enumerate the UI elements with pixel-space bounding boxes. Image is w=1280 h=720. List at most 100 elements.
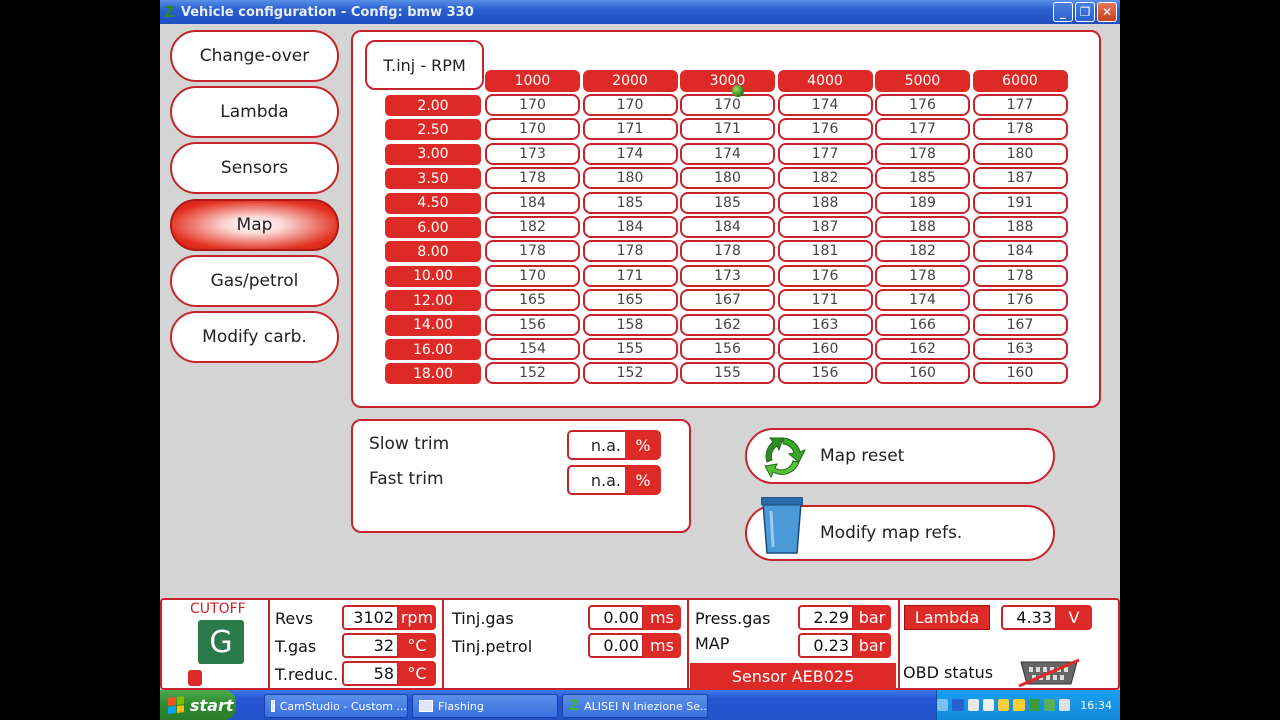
map-cell[interactable]: 174 xyxy=(680,142,775,165)
map-row-header[interactable]: 14.00 xyxy=(385,314,481,336)
map-cell[interactable]: 156 xyxy=(777,362,873,385)
minimize-button[interactable]: _ xyxy=(1053,2,1073,22)
map-cell[interactable]: 187 xyxy=(777,216,873,238)
antivirus-icon[interactable] xyxy=(998,699,1010,711)
map-cell[interactable]: 174 xyxy=(777,94,873,116)
map-row-header[interactable]: 2.50 xyxy=(385,119,481,141)
map-cell[interactable]: 158 xyxy=(582,313,678,336)
map-cell[interactable]: 184 xyxy=(485,191,580,214)
modify-map-refs-button[interactable]: Modify map refs. xyxy=(745,497,1055,561)
map-cell[interactable]: 191 xyxy=(972,191,1068,214)
map-cell[interactable]: 165 xyxy=(582,289,678,312)
map-cell[interactable]: 170 xyxy=(485,264,580,287)
taskbar-item-flashing[interactable]: Flashing xyxy=(412,694,558,718)
nav-button-lambda[interactable]: Lambda xyxy=(170,86,339,138)
map-cell[interactable]: 178 xyxy=(680,240,775,263)
map-column-header[interactable]: 2000 xyxy=(582,70,678,92)
map-cell[interactable]: 177 xyxy=(875,118,970,141)
title-bar[interactable]: Z Vehicle configuration - Config: bmw 33… xyxy=(160,0,1120,24)
map-cell[interactable]: 184 xyxy=(582,216,678,238)
map-reset-button[interactable]: Map reset xyxy=(745,428,1055,484)
messenger-icon[interactable] xyxy=(1059,699,1071,711)
nav-button-sensors[interactable]: Sensors xyxy=(170,142,339,194)
lambda-button[interactable]: Lambda xyxy=(904,605,990,630)
map-cell[interactable]: 177 xyxy=(777,142,873,165)
map-row-header[interactable]: 2.00 xyxy=(385,95,481,116)
security-icon[interactable] xyxy=(1028,699,1040,711)
map-row-header[interactable]: 18.00 xyxy=(385,363,481,385)
shield-icon[interactable] xyxy=(952,699,964,711)
map-column-header[interactable]: 5000 xyxy=(875,70,970,92)
start-button[interactable]: start xyxy=(160,690,236,720)
nav-button-change-over[interactable]: Change-over xyxy=(170,30,339,82)
map-cell[interactable]: 170 xyxy=(485,118,580,141)
map-cell[interactable]: 176 xyxy=(777,118,873,141)
map-cell[interactable]: 176 xyxy=(972,289,1068,312)
close-button[interactable]: ✕ xyxy=(1097,2,1117,22)
map-row-header[interactable]: 3.50 xyxy=(385,168,481,190)
map-cell[interactable]: 178 xyxy=(875,264,970,287)
map-cell[interactable]: 171 xyxy=(582,264,678,287)
map-cell[interactable]: 184 xyxy=(972,240,1068,263)
display-icon[interactable] xyxy=(967,699,979,711)
network-icon[interactable] xyxy=(937,699,949,711)
map-cell[interactable]: 173 xyxy=(680,264,775,287)
map-cell[interactable]: 178 xyxy=(972,118,1068,141)
map-cell[interactable]: 163 xyxy=(777,313,873,336)
map-cell[interactable]: 163 xyxy=(972,338,1068,360)
map-column-header[interactable]: 6000 xyxy=(972,70,1068,92)
volume-icon[interactable] xyxy=(982,699,995,711)
map-cell[interactable]: 177 xyxy=(972,94,1068,116)
map-cell[interactable]: 162 xyxy=(875,338,970,360)
map-cell[interactable]: 167 xyxy=(680,289,775,312)
sensor-button[interactable]: Sensor AEB025 xyxy=(690,663,896,690)
map-cell[interactable]: 182 xyxy=(485,216,580,238)
taskbar-item-alisei[interactable]: Z ALISEI N Iniezione Se... xyxy=(562,694,708,718)
map-cell[interactable]: 180 xyxy=(680,167,775,190)
nav-button-map[interactable]: Map xyxy=(170,199,339,251)
map-cell[interactable]: 188 xyxy=(875,216,970,238)
map-cell[interactable]: 185 xyxy=(680,191,775,214)
map-cell[interactable]: 178 xyxy=(972,264,1068,287)
map-cell[interactable]: 162 xyxy=(680,313,775,336)
map-cell[interactable]: 170 xyxy=(680,94,775,116)
map-cell[interactable]: 171 xyxy=(777,289,873,312)
map-cell[interactable]: 171 xyxy=(680,118,775,141)
taskbar-item-camstudio[interactable]: CamStudio - Custom ... xyxy=(264,694,408,718)
nav-button-modify-carb[interactable]: Modify carb. xyxy=(170,311,339,363)
map-cell[interactable]: 185 xyxy=(582,191,678,214)
map-row-header[interactable]: 16.00 xyxy=(385,339,481,360)
map-cell[interactable]: 167 xyxy=(972,313,1068,336)
map-cell[interactable]: 181 xyxy=(777,240,873,263)
map-cell[interactable]: 160 xyxy=(777,338,873,360)
map-cell[interactable]: 189 xyxy=(875,191,970,214)
map-column-header[interactable]: 1000 xyxy=(485,70,580,92)
map-cell[interactable]: 182 xyxy=(777,167,873,190)
nav-button-gas-petrol[interactable]: Gas/petrol xyxy=(170,255,339,307)
map-cell[interactable]: 160 xyxy=(972,362,1068,385)
map-cell[interactable]: 160 xyxy=(875,362,970,385)
map-cell[interactable]: 180 xyxy=(582,167,678,190)
map-cell[interactable]: 182 xyxy=(875,240,970,263)
map-cell[interactable]: 173 xyxy=(485,142,580,165)
map-cell[interactable]: 170 xyxy=(582,94,678,116)
map-cell[interactable]: 152 xyxy=(582,362,678,385)
map-cell[interactable]: 165 xyxy=(485,289,580,312)
sync-icon[interactable] xyxy=(1043,699,1056,711)
map-cell[interactable]: 180 xyxy=(972,142,1068,165)
map-cell[interactable]: 171 xyxy=(582,118,678,141)
map-row-header[interactable]: 4.50 xyxy=(385,192,481,214)
map-cell[interactable]: 156 xyxy=(680,338,775,360)
map-row-header[interactable]: 3.00 xyxy=(385,143,481,165)
map-cell[interactable]: 155 xyxy=(680,362,775,385)
map-row-header[interactable]: 12.00 xyxy=(385,290,481,312)
map-cell[interactable]: 188 xyxy=(777,191,873,214)
map-cell[interactable]: 166 xyxy=(875,313,970,336)
map-cell[interactable]: 184 xyxy=(680,216,775,238)
map-cell[interactable]: 178 xyxy=(485,167,580,190)
map-row-header[interactable]: 10.00 xyxy=(385,265,481,287)
map-cell[interactable]: 174 xyxy=(875,289,970,312)
map-column-header[interactable]: 4000 xyxy=(777,70,873,92)
map-cell[interactable]: 185 xyxy=(875,167,970,190)
map-cell[interactable]: 170 xyxy=(485,94,580,116)
